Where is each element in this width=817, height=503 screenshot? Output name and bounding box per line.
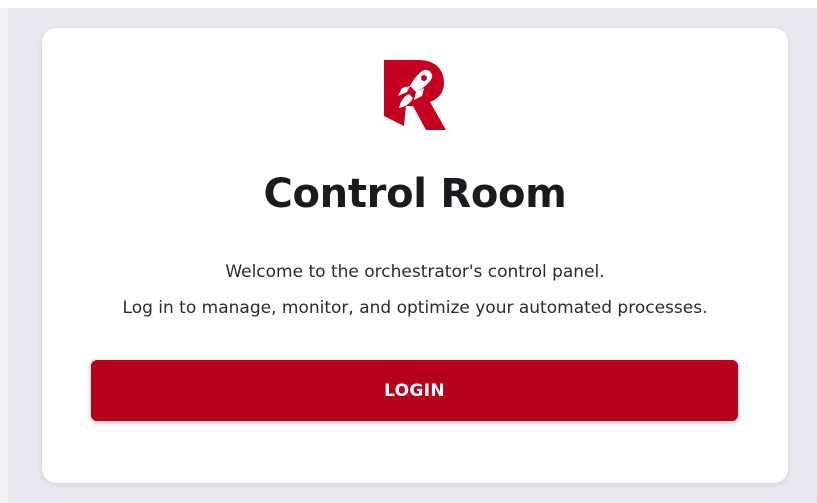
welcome-text: Welcome to the orchestrator's control pa… (225, 262, 605, 282)
page-title: Control Room (263, 171, 567, 217)
window-top-edge (0, 0, 817, 8)
login-button[interactable]: LOGIN (91, 360, 738, 421)
login-instruction-text: Log in to manage, monitor, and optimize … (122, 298, 708, 318)
window-left-edge (0, 8, 8, 503)
login-card: Control Room Welcome to the orchestrator… (42, 28, 788, 483)
rocket-r-logo-icon (384, 60, 446, 130)
